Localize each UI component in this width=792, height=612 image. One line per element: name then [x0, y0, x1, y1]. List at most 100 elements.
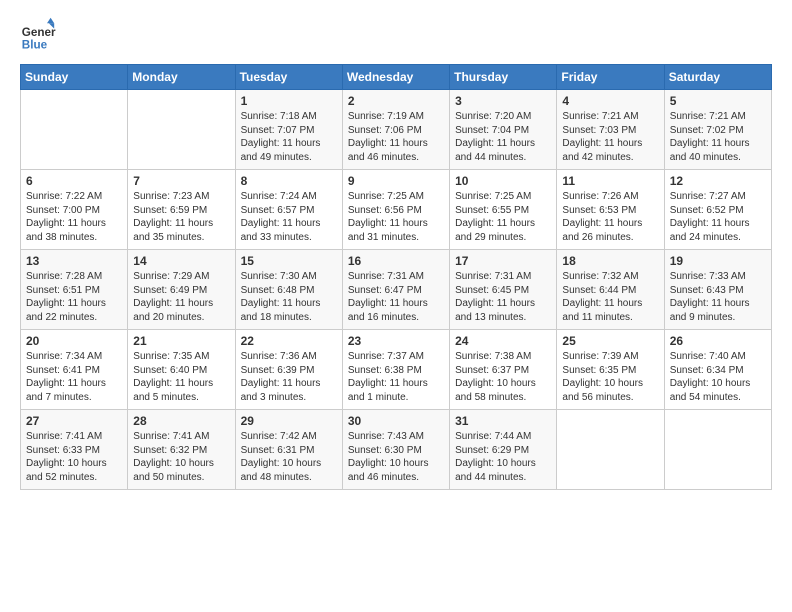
calendar-table: SundayMondayTuesdayWednesdayThursdayFrid… — [20, 64, 772, 490]
calendar-cell — [664, 410, 771, 490]
logo-icon: General Blue — [20, 16, 56, 52]
day-info: Sunrise: 7:27 AM Sunset: 6:52 PM Dayligh… — [670, 190, 766, 244]
day-number: 6 — [26, 174, 122, 188]
calendar-cell: 14 Sunrise: 7:29 AM Sunset: 6:49 PM Dayli… — [128, 250, 235, 330]
calendar-cell: 28 Sunrise: 7:41 AM Sunset: 6:32 PM Dayli… — [128, 410, 235, 490]
day-info: Sunrise: 7:21 AM Sunset: 7:02 PM Dayligh… — [670, 110, 766, 164]
day-number: 27 — [26, 414, 122, 428]
calendar-cell — [557, 410, 664, 490]
day-info: Sunrise: 7:24 AM Sunset: 6:57 PM Dayligh… — [241, 190, 337, 244]
day-number: 24 — [455, 334, 551, 348]
calendar-cell: 6 Sunrise: 7:22 AM Sunset: 7:00 PM Daylig… — [21, 170, 128, 250]
day-number: 26 — [670, 334, 766, 348]
day-number: 9 — [348, 174, 444, 188]
calendar-cell — [128, 90, 235, 170]
day-header-tuesday: Tuesday — [235, 65, 342, 90]
day-header-friday: Friday — [557, 65, 664, 90]
day-number: 22 — [241, 334, 337, 348]
day-info: Sunrise: 7:30 AM Sunset: 6:48 PM Dayligh… — [241, 270, 337, 324]
day-number: 29 — [241, 414, 337, 428]
day-number: 20 — [26, 334, 122, 348]
day-info: Sunrise: 7:38 AM Sunset: 6:37 PM Dayligh… — [455, 350, 551, 404]
day-number: 17 — [455, 254, 551, 268]
calendar-cell: 1 Sunrise: 7:18 AM Sunset: 7:07 PM Daylig… — [235, 90, 342, 170]
day-info: Sunrise: 7:41 AM Sunset: 6:33 PM Dayligh… — [26, 430, 122, 484]
calendar-cell: 19 Sunrise: 7:33 AM Sunset: 6:43 PM Dayli… — [664, 250, 771, 330]
calendar-week-row: 13 Sunrise: 7:28 AM Sunset: 6:51 PM Dayli… — [21, 250, 772, 330]
day-header-thursday: Thursday — [450, 65, 557, 90]
calendar-cell: 3 Sunrise: 7:20 AM Sunset: 7:04 PM Daylig… — [450, 90, 557, 170]
day-info: Sunrise: 7:42 AM Sunset: 6:31 PM Dayligh… — [241, 430, 337, 484]
calendar-cell: 23 Sunrise: 7:37 AM Sunset: 6:38 PM Dayli… — [342, 330, 449, 410]
day-info: Sunrise: 7:35 AM Sunset: 6:40 PM Dayligh… — [133, 350, 229, 404]
calendar-cell: 10 Sunrise: 7:25 AM Sunset: 6:55 PM Dayli… — [450, 170, 557, 250]
calendar-cell: 20 Sunrise: 7:34 AM Sunset: 6:41 PM Dayli… — [21, 330, 128, 410]
calendar-cell: 7 Sunrise: 7:23 AM Sunset: 6:59 PM Daylig… — [128, 170, 235, 250]
day-info: Sunrise: 7:22 AM Sunset: 7:00 PM Dayligh… — [26, 190, 122, 244]
day-number: 23 — [348, 334, 444, 348]
day-number: 13 — [26, 254, 122, 268]
svg-text:Blue: Blue — [22, 38, 48, 51]
calendar-cell: 17Sunrise: 7:31 AM Sunset: 6:45 PM Dayli… — [450, 250, 557, 330]
day-info: Sunrise: 7:34 AM Sunset: 6:41 PM Dayligh… — [26, 350, 122, 404]
day-number: 25 — [562, 334, 658, 348]
day-number: 1 — [241, 94, 337, 108]
calendar-cell: 13 Sunrise: 7:28 AM Sunset: 6:51 PM Dayli… — [21, 250, 128, 330]
day-info: Sunrise: 7:43 AM Sunset: 6:30 PM Dayligh… — [348, 430, 444, 484]
calendar-cell: 29 Sunrise: 7:42 AM Sunset: 6:31 PM Dayli… — [235, 410, 342, 490]
day-info: Sunrise: 7:23 AM Sunset: 6:59 PM Dayligh… — [133, 190, 229, 244]
day-info: Sunrise: 7:40 AM Sunset: 6:34 PM Dayligh… — [670, 350, 766, 404]
calendar-cell: 9 Sunrise: 7:25 AM Sunset: 6:56 PM Daylig… — [342, 170, 449, 250]
day-header-saturday: Saturday — [664, 65, 771, 90]
calendar-week-row: 6 Sunrise: 7:22 AM Sunset: 7:00 PM Daylig… — [21, 170, 772, 250]
calendar-week-row: 27 Sunrise: 7:41 AM Sunset: 6:33 PM Dayli… — [21, 410, 772, 490]
day-info: Sunrise: 7:32 AM Sunset: 6:44 PM Dayligh… — [562, 270, 658, 324]
day-number: 4 — [562, 94, 658, 108]
day-number: 3 — [455, 94, 551, 108]
day-number: 18 — [562, 254, 658, 268]
svg-text:General: General — [22, 26, 56, 39]
day-number: 14 — [133, 254, 229, 268]
day-info: Sunrise: 7:39 AM Sunset: 6:35 PM Dayligh… — [562, 350, 658, 404]
day-info: Sunrise: 7:33 AM Sunset: 6:43 PM Dayligh… — [670, 270, 766, 324]
day-info: Sunrise: 7:25 AM Sunset: 6:56 PM Dayligh… — [348, 190, 444, 244]
day-header-wednesday: Wednesday — [342, 65, 449, 90]
day-info: Sunrise: 7:31 AM Sunset: 6:47 PM Dayligh… — [348, 270, 444, 324]
day-info: Sunrise: 7:41 AM Sunset: 6:32 PM Dayligh… — [133, 430, 229, 484]
day-header-monday: Monday — [128, 65, 235, 90]
day-info: Sunrise: 7:20 AM Sunset: 7:04 PM Dayligh… — [455, 110, 551, 164]
logo: General Blue — [20, 16, 56, 52]
calendar-cell: 4 Sunrise: 7:21 AM Sunset: 7:03 PM Daylig… — [557, 90, 664, 170]
day-number: 7 — [133, 174, 229, 188]
day-header-sunday: Sunday — [21, 65, 128, 90]
calendar-cell: 11Sunrise: 7:26 AM Sunset: 6:53 PM Dayli… — [557, 170, 664, 250]
calendar-week-row: 1 Sunrise: 7:18 AM Sunset: 7:07 PM Daylig… — [21, 90, 772, 170]
calendar-cell: 15Sunrise: 7:30 AM Sunset: 6:48 PM Dayli… — [235, 250, 342, 330]
calendar-cell: 22Sunrise: 7:36 AM Sunset: 6:39 PM Dayli… — [235, 330, 342, 410]
day-number: 2 — [348, 94, 444, 108]
day-number: 21 — [133, 334, 229, 348]
day-info: Sunrise: 7:18 AM Sunset: 7:07 PM Dayligh… — [241, 110, 337, 164]
day-number: 5 — [670, 94, 766, 108]
day-number: 30 — [348, 414, 444, 428]
day-number: 12 — [670, 174, 766, 188]
calendar-cell — [21, 90, 128, 170]
calendar-cell: 30 Sunrise: 7:43 AM Sunset: 6:30 PM Dayli… — [342, 410, 449, 490]
day-number: 16 — [348, 254, 444, 268]
day-number: 28 — [133, 414, 229, 428]
page-header: General Blue — [20, 16, 772, 52]
calendar-cell: 21 Sunrise: 7:35 AM Sunset: 6:40 PM Dayli… — [128, 330, 235, 410]
calendar-cell: 16 Sunrise: 7:31 AM Sunset: 6:47 PM Dayli… — [342, 250, 449, 330]
calendar-cell: 25 Sunrise: 7:39 AM Sunset: 6:35 PM Dayli… — [557, 330, 664, 410]
day-info: Sunrise: 7:28 AM Sunset: 6:51 PM Dayligh… — [26, 270, 122, 324]
day-info: Sunrise: 7:19 AM Sunset: 7:06 PM Dayligh… — [348, 110, 444, 164]
day-info: Sunrise: 7:25 AM Sunset: 6:55 PM Dayligh… — [455, 190, 551, 244]
calendar-cell: 24 Sunrise: 7:38 AM Sunset: 6:37 PM Dayli… — [450, 330, 557, 410]
day-number: 31 — [455, 414, 551, 428]
day-number: 10 — [455, 174, 551, 188]
day-number: 19 — [670, 254, 766, 268]
day-info: Sunrise: 7:21 AM Sunset: 7:03 PM Dayligh… — [562, 110, 658, 164]
calendar-cell: 2 Sunrise: 7:19 AM Sunset: 7:06 PM Daylig… — [342, 90, 449, 170]
day-info: Sunrise: 7:29 AM Sunset: 6:49 PM Dayligh… — [133, 270, 229, 324]
day-info: Sunrise: 7:37 AM Sunset: 6:38 PM Dayligh… — [348, 350, 444, 404]
